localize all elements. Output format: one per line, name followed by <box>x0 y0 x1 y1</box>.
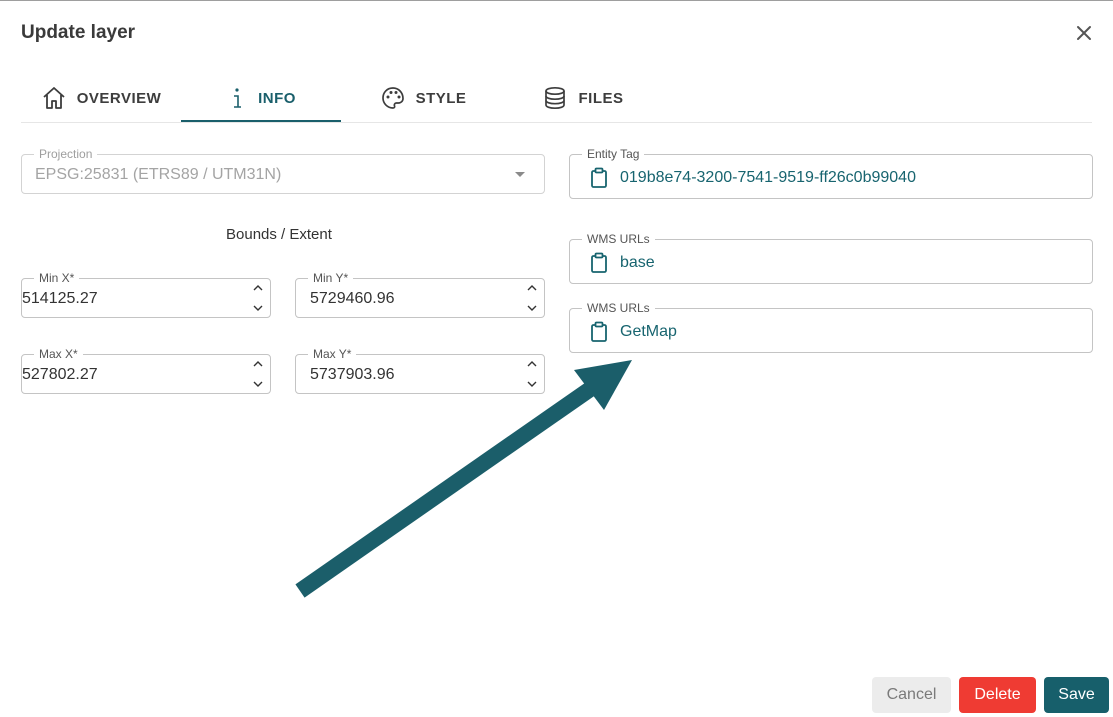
tab-info[interactable]: INFO <box>181 76 341 122</box>
max-x-label: Max X* <box>34 347 83 361</box>
max-x-input[interactable]: Max X* 527802.27 <box>21 347 271 394</box>
wms-urls-label: WMS URLs <box>582 232 655 246</box>
bounds-heading: Bounds / Extent <box>226 226 332 243</box>
wms-urls-label: WMS URLs <box>582 301 655 315</box>
info-icon <box>234 88 242 108</box>
tab-bar: OVERVIEW INFO STYLE FILES <box>21 76 1092 123</box>
wms-urls-field-getmap: WMS URLs GetMap <box>569 301 1093 353</box>
min-x-label: Min X* <box>34 271 80 285</box>
number-spinner-icon[interactable] <box>526 357 538 391</box>
entity-tag-value[interactable]: 019b8e74-3200-7541-9519-ff26c0b99040 <box>620 169 916 187</box>
entity-tag-field: Entity Tag 019b8e74-3200-7541-9519-ff26c… <box>569 147 1093 199</box>
min-x-input[interactable]: Min X* 514125.27 <box>21 271 271 318</box>
number-spinner-icon[interactable] <box>252 281 264 315</box>
save-button[interactable]: Save <box>1044 677 1109 713</box>
wms-url-base-link[interactable]: base <box>620 254 655 272</box>
clipboard-icon[interactable] <box>590 252 608 274</box>
min-y-label: Min Y* <box>308 271 354 285</box>
max-y-input[interactable]: Max Y* 5737903.96 <box>295 347 545 394</box>
max-y-label: Max Y* <box>308 347 357 361</box>
home-icon <box>43 87 65 109</box>
projection-value: EPSG:25831 (ETRS89 / UTM31N) <box>35 166 282 183</box>
dialog-title: Update layer <box>21 22 136 43</box>
number-spinner-icon[interactable] <box>252 357 264 391</box>
min-y-input[interactable]: Min Y* 5729460.96 <box>295 271 545 318</box>
max-y-value: 5737903.96 <box>310 366 395 383</box>
window-top-border <box>0 0 1113 1</box>
number-spinner-icon[interactable] <box>526 281 538 315</box>
close-icon[interactable] <box>1072 21 1096 45</box>
wms-urls-field-base: WMS URLs base <box>569 232 1093 284</box>
clipboard-icon[interactable] <box>590 321 608 343</box>
tab-overview[interactable]: OVERVIEW <box>21 76 181 120</box>
tab-info-label: INFO <box>258 89 296 107</box>
chevron-down-icon <box>515 172 525 177</box>
tab-style[interactable]: STYLE <box>361 76 485 120</box>
tab-style-label: STYLE <box>415 89 467 107</box>
palette-icon <box>381 87 404 109</box>
wms-url-getmap-link[interactable]: GetMap <box>620 323 677 341</box>
tab-overview-label: OVERVIEW <box>76 89 162 107</box>
tab-files-label: FILES <box>578 89 624 107</box>
projection-select[interactable]: Projection EPSG:25831 (ETRS89 / UTM31N) <box>21 147 545 194</box>
entity-tag-label: Entity Tag <box>582 147 645 161</box>
cancel-button[interactable]: Cancel <box>872 677 951 713</box>
tab-files[interactable]: FILES <box>521 76 645 120</box>
delete-button[interactable]: Delete <box>959 677 1036 713</box>
min-y-value: 5729460.96 <box>310 290 395 307</box>
projection-label: Projection <box>34 147 98 161</box>
database-icon <box>545 86 566 110</box>
min-x-value: 514125.27 <box>22 290 98 307</box>
max-x-value: 527802.27 <box>22 366 98 383</box>
clipboard-icon[interactable] <box>590 167 608 189</box>
